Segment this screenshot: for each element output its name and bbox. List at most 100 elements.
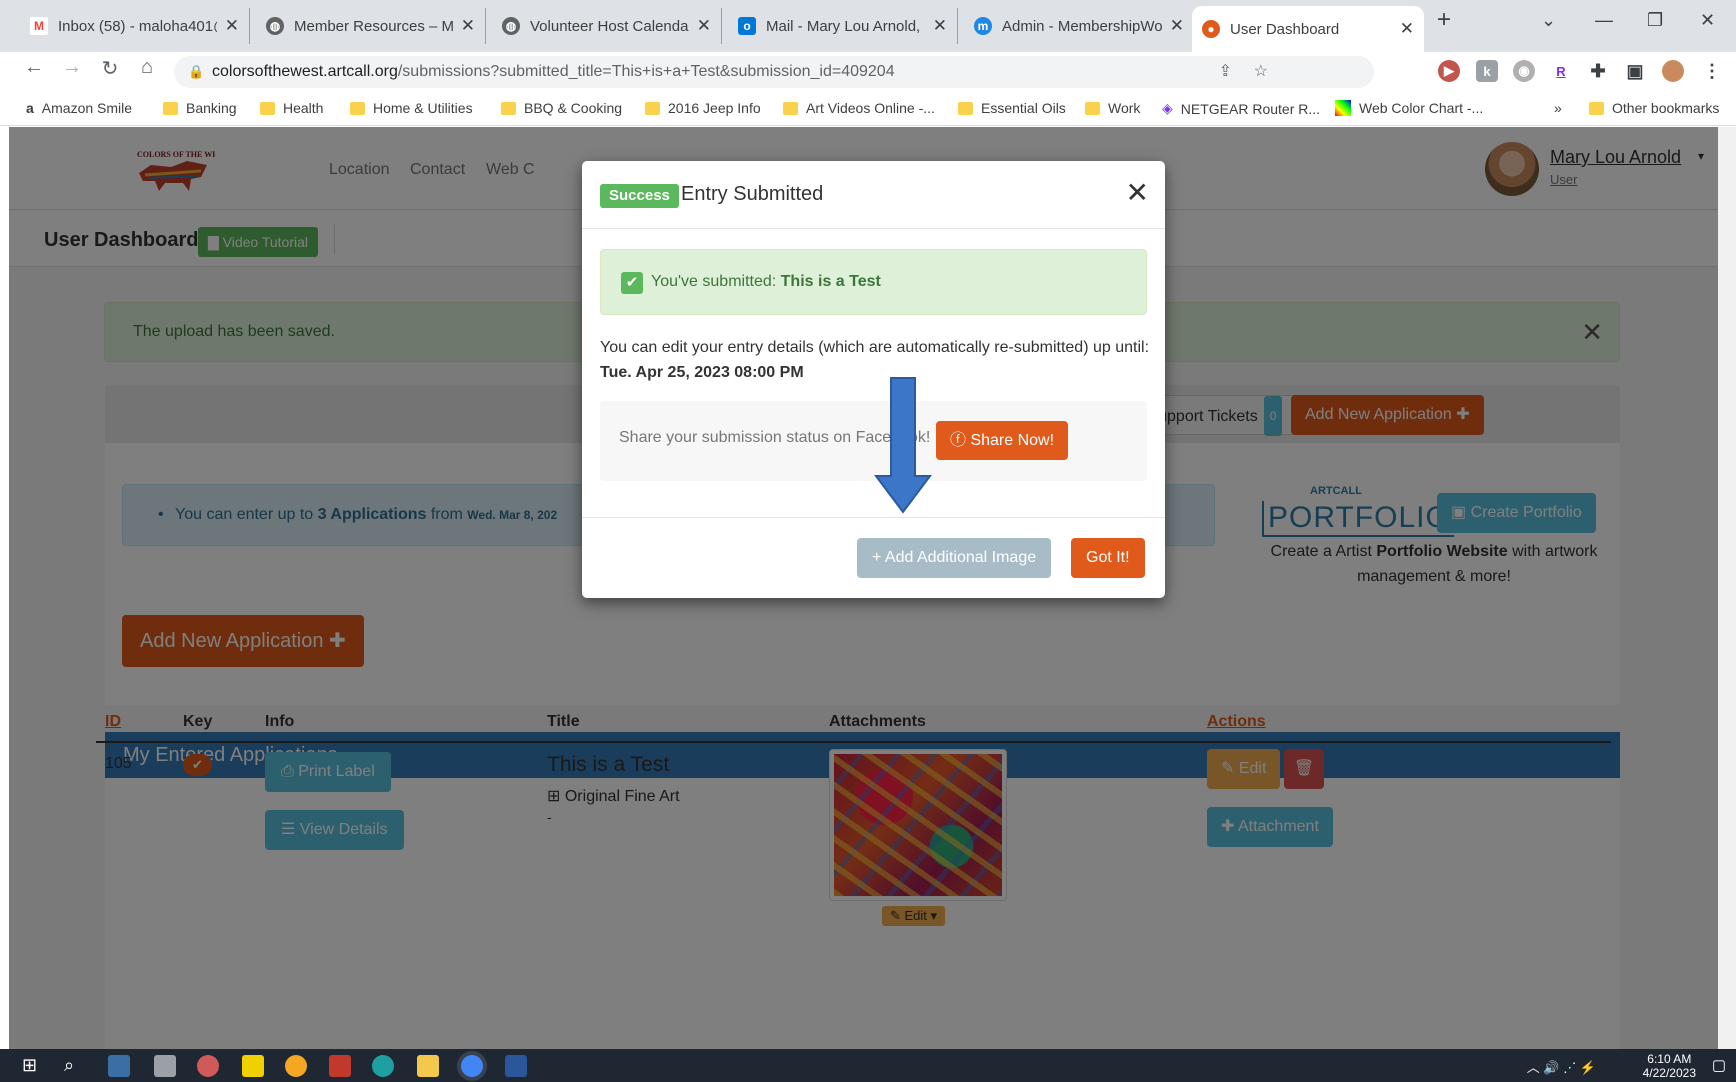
bookmark-amazon-smile[interactable]: a Amazon Smile — [26, 100, 132, 116]
forward-button[interactable]: → — [56, 56, 88, 79]
close-icon[interactable]: ✕ — [1400, 19, 1414, 39]
bookmark-label: Art Videos Online -... — [806, 100, 935, 116]
window-close-button[interactable]: ✕ — [1700, 10, 1715, 31]
restore-button[interactable]: ❐ — [1647, 10, 1663, 31]
tab-title: User Dashboard — [1230, 20, 1340, 38]
back-button[interactable]: ← — [18, 56, 50, 79]
edge-icon[interactable] — [372, 1055, 394, 1077]
bookmark-label: Amazon Smile — [41, 100, 133, 116]
extension-record-icon[interactable]: ▶ — [1438, 60, 1460, 82]
search-icon[interactable]: ⌕ — [64, 1055, 74, 1076]
word-icon[interactable] — [505, 1055, 527, 1077]
app-game-icon[interactable] — [329, 1055, 351, 1077]
side-panel-icon[interactable]: ▣ — [1624, 60, 1646, 82]
bookmark-folder[interactable]: Art Videos Online -... — [783, 100, 935, 116]
star-icon[interactable]: ☆ — [1254, 56, 1268, 88]
bookmark-label: NETGEAR Router R... — [1180, 100, 1321, 117]
windows-start-icon[interactable]: ⊞ — [22, 1055, 37, 1076]
reload-button[interactable]: ↻ — [94, 56, 126, 81]
bookmark-folder[interactable]: Banking — [163, 100, 237, 116]
other-bookmarks[interactable]: Other bookmarks — [1589, 100, 1719, 116]
bookmark-folder[interactable]: BBQ & Cooking — [501, 100, 622, 116]
amazon-icon: a — [26, 100, 34, 116]
url-bar[interactable]: 🔒 colorsofthewest.artcall.org/submission… — [174, 56, 1374, 88]
bookmark-label: Home & Utilities — [373, 100, 473, 116]
tab-title: Member Resources – Mou — [294, 17, 453, 35]
close-icon[interactable]: ✕ — [1126, 179, 1149, 207]
share-now-button[interactable]: ⓕ Share Now! — [936, 421, 1069, 460]
chrome-icon[interactable] — [461, 1055, 483, 1077]
checkbox-checked-icon: ✔ — [621, 272, 643, 294]
tab-gmail[interactable]: M Inbox (58) - maloha401@ ✕ — [20, 8, 250, 44]
close-icon[interactable]: ✕ — [1170, 16, 1184, 36]
folder-icon — [1085, 101, 1100, 115]
tab-search-chevron-icon[interactable]: ⌄ — [1541, 10, 1556, 31]
extension-brain-icon[interactable]: ◉ — [1513, 60, 1535, 82]
extension-r-icon[interactable]: R — [1550, 60, 1572, 82]
modal-footer: + Add Additional Image Got It! — [582, 517, 1165, 598]
folder-icon — [645, 101, 660, 115]
new-tab-button[interactable]: + — [1437, 6, 1451, 34]
taskbar-clock[interactable]: 6:10 AM 4/22/2023 — [1643, 1052, 1696, 1080]
membershipworks-icon: m — [974, 17, 992, 35]
tab-member-resources[interactable]: ◍ Member Resources – Mou ✕ — [256, 8, 486, 44]
share-icon[interactable]: ⇪ — [1219, 56, 1232, 88]
app-paint-icon[interactable] — [197, 1055, 219, 1077]
home-button[interactable]: ⌂ — [131, 56, 163, 79]
folder-icon — [783, 101, 798, 115]
bookmark-label: Health — [283, 100, 324, 116]
submitted-prefix: You've submitted: — [651, 273, 781, 290]
page-scrollbar[interactable] — [1718, 127, 1736, 1049]
tab-user-dashboard[interactable]: ● User Dashboard ✕ — [1192, 6, 1424, 52]
tab-title: Volunteer Host Calendar - — [530, 17, 689, 35]
bookmark-folder[interactable]: Work — [1085, 100, 1140, 116]
tab-title: Mail - Mary Lou Arnold, G — [766, 17, 925, 35]
puzzle-icon[interactable]: ✚ — [1587, 60, 1609, 82]
bookmark-label: BBQ & Cooking — [524, 100, 623, 116]
app-k-icon[interactable] — [108, 1055, 130, 1077]
minimize-button[interactable]: — — [1595, 10, 1613, 31]
success-badge: Success — [600, 184, 679, 208]
bookmark-web-color-chart[interactable]: Web Color Chart -... — [1335, 100, 1483, 116]
bookmark-label: Web Color Chart -... — [1359, 100, 1484, 116]
app-settings-icon[interactable] — [154, 1055, 176, 1077]
bookmark-folder[interactable]: 2016 Jeep Info — [645, 100, 761, 116]
close-icon[interactable]: ✕ — [697, 16, 711, 36]
bookmark-label: Other bookmarks — [1612, 100, 1720, 116]
app-sticky-icon[interactable] — [242, 1055, 264, 1077]
url-host: colorsofthewest.artcall.org — [212, 63, 398, 80]
tab-volunteer-calendar[interactable]: ◍ Volunteer Host Calendar - ✕ — [492, 8, 722, 44]
tab-title: Inbox (58) - maloha401@ — [58, 17, 217, 35]
close-icon[interactable]: ✕ — [461, 16, 475, 36]
app-weather-icon[interactable] — [285, 1055, 307, 1077]
tab-outlook-mail[interactable]: o Mail - Mary Lou Arnold, G ✕ — [728, 8, 958, 44]
bookmarks-bar: a Amazon Smile Banking Health Home & Util… — [0, 92, 1736, 126]
bookmark-netgear[interactable]: ◈ NETGEAR Router R... — [1162, 100, 1320, 117]
close-icon[interactable]: ✕ — [225, 16, 239, 36]
bookmark-label: Banking — [186, 100, 237, 116]
extension-k-icon[interactable]: k — [1476, 60, 1498, 82]
artcall-icon: ● — [1202, 20, 1220, 38]
file-explorer-icon[interactable] — [417, 1055, 439, 1077]
bookmark-folder[interactable]: Home & Utilities — [350, 100, 473, 116]
tab-title: Admin - MembershipWor — [1002, 17, 1162, 35]
folder-icon — [350, 101, 365, 115]
system-tray-icons[interactable]: ︿ 🔊 ⋰ ⚡ — [1527, 1057, 1596, 1076]
tab-membershipworks[interactable]: m Admin - MembershipWor ✕ — [964, 8, 1194, 44]
bookmark-folder[interactable]: Essential Oils — [958, 100, 1066, 116]
close-icon[interactable]: ✕ — [933, 16, 947, 36]
windows-taskbar: ⊞ ⌕ ︿ 🔊 ⋰ ⚡ 6:10 AM 4/22/2023 ▢ — [0, 1049, 1736, 1082]
profile-avatar[interactable] — [1662, 60, 1684, 82]
menu-kebab-icon[interactable]: ⋮ — [1701, 60, 1723, 82]
folder-icon — [501, 101, 516, 115]
address-toolbar: ← → ↻ ⌂ 🔒 colorsofthewest.artcall.org/su… — [0, 52, 1736, 92]
notification-icon[interactable]: ▢ — [1712, 1056, 1726, 1074]
bookmark-folder[interactable]: Health — [260, 100, 323, 116]
lock-icon[interactable]: 🔒 — [188, 56, 204, 88]
outlook-icon: o — [738, 17, 756, 35]
modal-title: Entry Submitted — [681, 183, 824, 205]
bookmarks-overflow-button[interactable]: » — [1554, 100, 1562, 116]
add-additional-image-button[interactable]: + Add Additional Image — [857, 538, 1052, 578]
got-it-button[interactable]: Got It! — [1071, 538, 1145, 578]
browser-tab-bar: M Inbox (58) - maloha401@ ✕ ◍ Member Res… — [0, 0, 1736, 52]
